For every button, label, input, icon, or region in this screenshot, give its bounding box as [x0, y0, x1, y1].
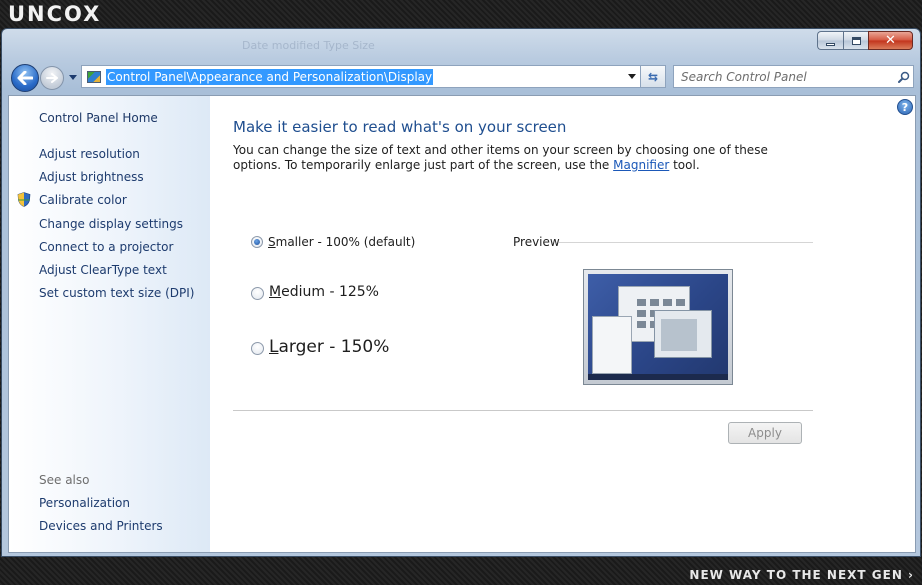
content-area: Control Panel Home Adjust resolution Adj… [8, 95, 916, 553]
sidebar-item-devices-printers[interactable]: Devices and Printers [39, 519, 163, 533]
preview-window [592, 316, 632, 374]
radio-smaller[interactable] [251, 236, 263, 248]
radio-larger[interactable] [251, 341, 264, 355]
brand-tagline: NEW WAY TO THE NEXT GEN › [689, 568, 914, 582]
uac-shield-icon [17, 192, 31, 207]
chevron-down-icon [69, 74, 77, 80]
back-button[interactable] [11, 64, 39, 92]
address-dropdown-button[interactable] [624, 66, 640, 87]
help-icon: ? [901, 100, 909, 114]
preview-image [583, 269, 733, 385]
control-panel-icon [87, 70, 101, 83]
maximize-button[interactable] [843, 31, 868, 50]
option-medium-label: Medium - 125% [269, 284, 379, 300]
option-larger-label: Larger - 150% [269, 337, 389, 357]
back-arrow-icon [17, 71, 33, 85]
sidebar-item-adjust-cleartype[interactable]: Adjust ClearType text [39, 263, 167, 277]
radio-medium[interactable] [251, 286, 264, 300]
apply-button[interactable]: Apply [728, 422, 802, 444]
sidebar: Control Panel Home Adjust resolution Adj… [9, 96, 210, 552]
description-text-end: tool. [669, 158, 700, 172]
sidebar-item-calibrate-color[interactable]: Calibrate color [39, 193, 127, 207]
preview-label: Preview [513, 235, 560, 249]
minimize-button[interactable] [817, 31, 843, 50]
option-larger[interactable]: Larger - 150% [251, 337, 389, 357]
control-panel-window: Date modified Type Size ✕ Control Panel\… [1, 28, 921, 557]
minimize-icon [826, 42, 835, 46]
chevron-down-icon [628, 74, 636, 79]
preview-window [654, 310, 712, 358]
option-smaller[interactable]: Smaller - 100% (default) [251, 235, 415, 249]
maximize-icon [851, 36, 861, 45]
see-also-heading: See also [39, 473, 90, 487]
recent-pages-button[interactable] [67, 70, 79, 84]
titlebar-ghost-text: Date modified Type Size [242, 39, 375, 52]
preview-taskbar [588, 374, 728, 380]
forward-button[interactable] [40, 66, 64, 90]
help-button[interactable]: ? [897, 99, 913, 115]
page-title: Make it easier to read what's on your sc… [233, 118, 567, 136]
search-box[interactable] [673, 65, 914, 88]
sidebar-item-personalization[interactable]: Personalization [39, 496, 130, 510]
option-label-text: edium - 125% [281, 284, 379, 300]
sidebar-item-change-display-settings[interactable]: Change display settings [39, 217, 183, 231]
address-bar[interactable]: Control Panel\Appearance and Personaliza… [81, 65, 641, 88]
refresh-button[interactable]: ⇆ [641, 65, 666, 88]
refresh-icon: ⇆ [647, 69, 659, 84]
option-medium[interactable]: Medium - 125% [251, 284, 379, 300]
brand-logo: UNCOX [8, 2, 102, 26]
option-smaller-label: Smaller - 100% (default) [268, 235, 415, 249]
sidebar-item-connect-projector[interactable]: Connect to a projector [39, 240, 173, 254]
section-divider [233, 410, 813, 411]
main-panel: ? Make it easier to read what's on your … [233, 96, 915, 552]
option-label-text: arger - 150% [278, 337, 390, 357]
radio-selected-dot [254, 239, 260, 245]
sidebar-item-adjust-brightness[interactable]: Adjust brightness [39, 170, 144, 184]
preview-screen [588, 274, 728, 380]
access-key: S [268, 235, 276, 249]
address-path[interactable]: Control Panel\Appearance and Personaliza… [106, 68, 434, 85]
preview-divider [559, 242, 813, 243]
access-key: M [269, 284, 282, 300]
forward-arrow-icon [46, 73, 58, 83]
sidebar-item-adjust-resolution[interactable]: Adjust resolution [39, 147, 140, 161]
caption-buttons: ✕ [817, 31, 913, 50]
close-icon: ✕ [885, 33, 896, 48]
sidebar-item-control-panel-home[interactable]: Control Panel Home [39, 111, 158, 125]
close-button[interactable]: ✕ [868, 31, 913, 50]
search-input[interactable] [674, 66, 895, 87]
sidebar-item-custom-text-size[interactable]: Set custom text size (DPI) [39, 286, 194, 300]
page-description: You can change the size of text and othe… [233, 143, 793, 173]
search-icon[interactable] [895, 71, 913, 83]
magnifier-link[interactable]: Magnifier [613, 158, 669, 172]
option-label-text: maller - 100% (default) [275, 235, 416, 249]
